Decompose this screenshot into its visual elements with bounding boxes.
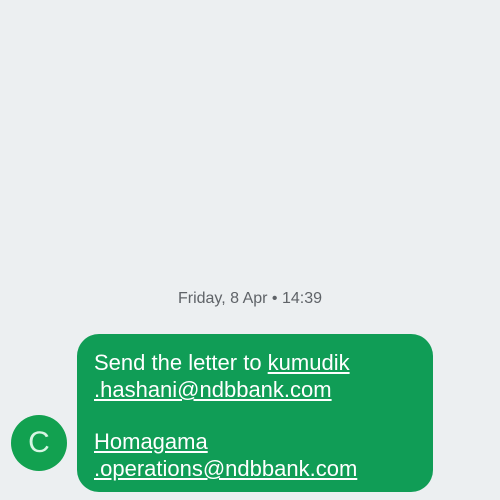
message-line-4: .operations@ndbbank.com bbox=[94, 455, 433, 482]
message-line-1: Send the letter to kumudik bbox=[94, 349, 433, 376]
email-link-homagama-continued[interactable]: .operations@ndbbank.com bbox=[94, 456, 357, 481]
email-link-homagama[interactable]: Homagama bbox=[94, 429, 208, 454]
conversation-screen: Friday, 8 Apr • 14:39 C Send the letter … bbox=[0, 0, 500, 500]
message-line-2: .hashani@ndbbank.com bbox=[94, 376, 433, 403]
email-link-kumudik-continued[interactable]: .hashani@ndbbank.com bbox=[94, 377, 332, 402]
email-link-kumudik[interactable]: kumudik bbox=[268, 350, 350, 375]
avatar-letter: C bbox=[28, 426, 50, 459]
message-spacer bbox=[94, 403, 433, 428]
message-bubble[interactable]: Send the letter to kumudik .hashani@ndbb… bbox=[77, 334, 433, 492]
sender-avatar[interactable]: C bbox=[11, 415, 67, 471]
message-line-3: Homagama bbox=[94, 428, 433, 455]
message-text: Send the letter to bbox=[94, 350, 268, 375]
message-timestamp: Friday, 8 Apr • 14:39 bbox=[177, 290, 323, 307]
